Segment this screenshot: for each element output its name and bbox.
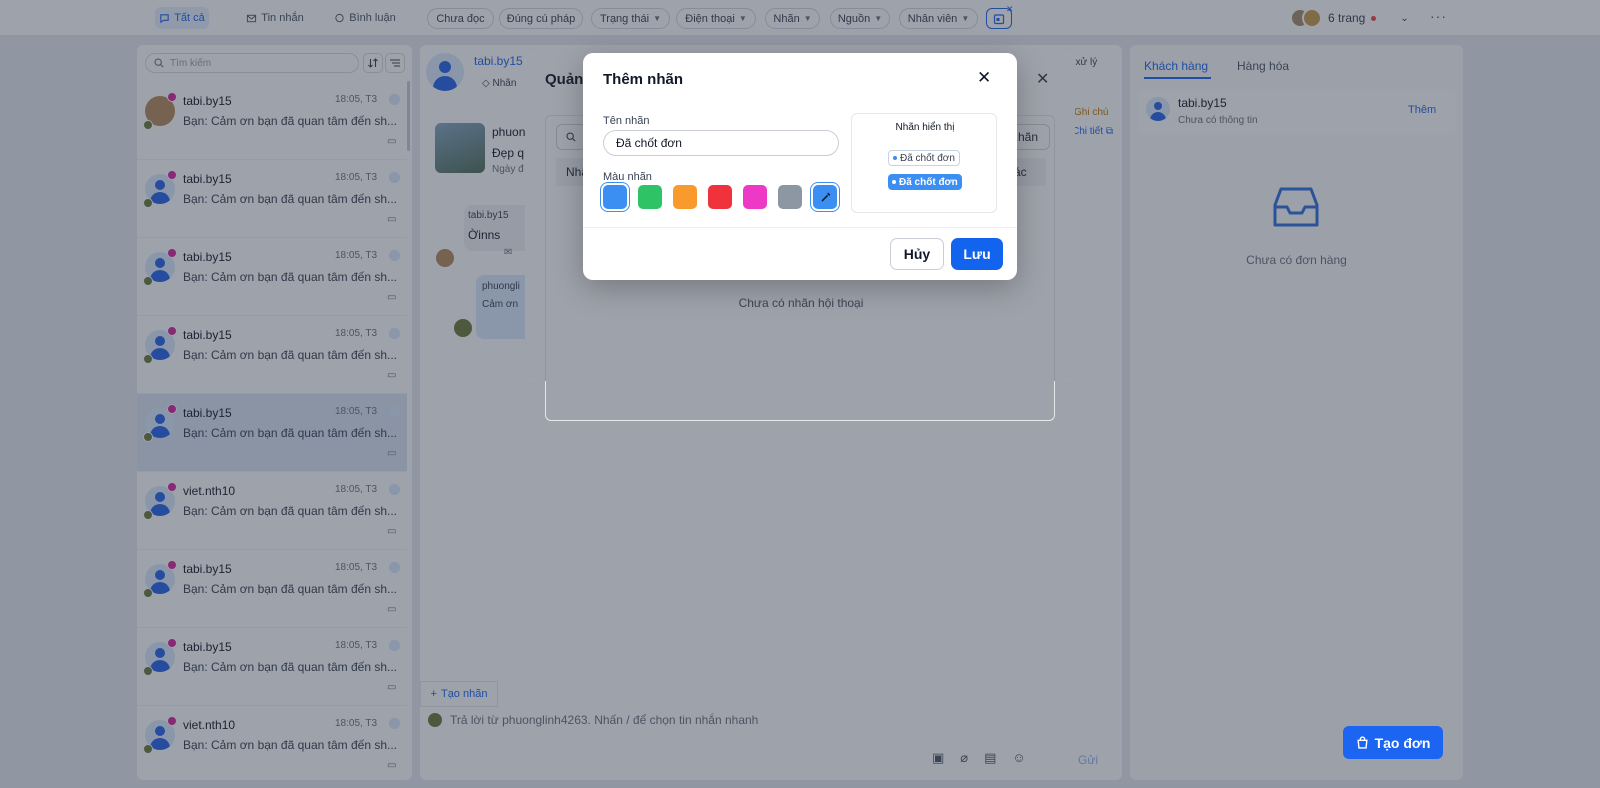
add-tag-modal-title: Thêm nhãn [603, 71, 684, 88]
color-swatch-orange[interactable] [673, 185, 697, 209]
dot-icon [892, 180, 896, 184]
cancel-button[interactable]: Hủy [890, 238, 944, 270]
color-swatch-blue[interactable] [603, 185, 627, 209]
shopping-bag-icon [1356, 736, 1368, 749]
tag-preview-filled-label: Đã chốt đơn [899, 176, 958, 188]
dot-icon [893, 156, 897, 160]
add-tag-modal: Thêm nhãn ✕ Tên nhãn Màu nhãn Nhãn hiển … [583, 53, 1017, 280]
color-swatch-green[interactable] [638, 185, 662, 209]
tag-name-input[interactable] [603, 130, 839, 156]
tag-preview-outline: Đã chốt đơn [888, 150, 960, 166]
eyedropper-icon [821, 192, 830, 201]
tag-preview-box: Nhãn hiển thị Đã chốt đơn Đã chốt đơn [851, 113, 997, 213]
create-order-label: Tạo đơn [1374, 734, 1431, 751]
color-swatch-gray[interactable] [778, 185, 802, 209]
create-order-button[interactable]: Tạo đơn [1343, 726, 1443, 759]
tag-color-label: Màu nhãn [603, 171, 652, 183]
modal-divider [583, 227, 1017, 228]
tag-preview-outline-label: Đã chốt đơn [900, 152, 955, 164]
color-swatch-pink[interactable] [743, 185, 767, 209]
close-icon[interactable]: ✕ [977, 68, 991, 88]
preview-title: Nhãn hiển thị [895, 122, 955, 133]
tag-preview-filled: Đã chốt đơn [888, 174, 962, 190]
custom-color-picker[interactable] [813, 185, 837, 209]
tag-name-label: Tên nhãn [603, 115, 650, 127]
save-button[interactable]: Lưu [951, 238, 1003, 270]
color-swatch-red[interactable] [708, 185, 732, 209]
